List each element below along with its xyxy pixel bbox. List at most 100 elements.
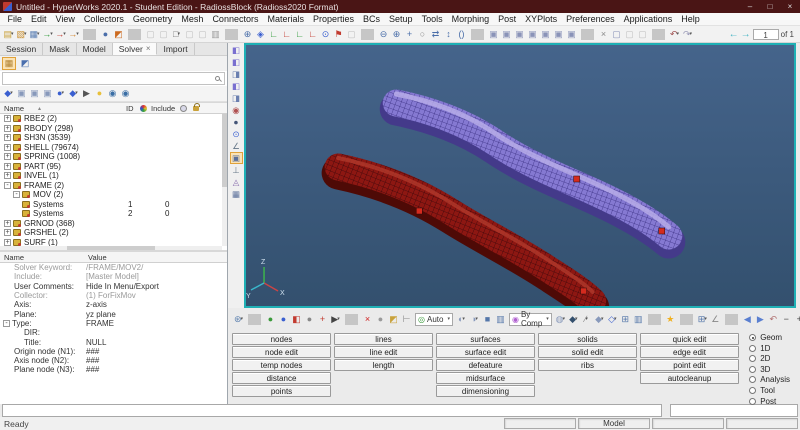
toolbar-icon[interactable]: ⊙▾ [319, 27, 332, 41]
property-row[interactable]: Include: [Master Model] [0, 272, 227, 281]
minimize-button[interactable]: – [740, 0, 760, 13]
toolbar-icon[interactable]: → ▾ [54, 27, 67, 41]
tree-expander[interactable]: + [4, 115, 11, 123]
menu-item[interactable]: Mesh [177, 14, 208, 24]
browser-tool-icon[interactable]: ◆ ▾ [2, 87, 15, 101]
browser-tab[interactable]: Import [157, 43, 195, 55]
display-tool-icon[interactable]: ◆ ▾ [567, 312, 580, 326]
browser-display-icon[interactable]: ●▾ [54, 87, 67, 101]
menu-item[interactable]: Help [677, 14, 705, 24]
view-strip-icon[interactable]: ● [230, 116, 243, 128]
tree-hscrollbar[interactable] [0, 246, 222, 250]
browser-display-icon[interactable]: ●▾ [93, 87, 106, 101]
panel-button[interactable]: dimensioning [436, 385, 535, 397]
toolbar-icon[interactable]: ⇄▾ [429, 27, 442, 41]
display-tool-icon[interactable]: ◇ ▾ [606, 312, 619, 326]
system-marker-1[interactable] [573, 175, 580, 183]
toolbar-icon[interactable]: ▣▾ [500, 27, 513, 41]
panel-button[interactable]: defeature [436, 359, 535, 371]
tree-row[interactable]: + PART (95) [0, 162, 227, 172]
close-button[interactable]: × [780, 0, 800, 13]
menu-item[interactable]: Post [494, 14, 521, 24]
search-input[interactable] [3, 73, 215, 84]
search-icon[interactable] [215, 76, 220, 81]
view-strip-icon[interactable]: ⊙ [230, 128, 243, 140]
menu-item[interactable]: Materials [263, 14, 309, 24]
toolbar-icon[interactable]: □ ▾ [170, 27, 183, 41]
system-marker-2[interactable] [658, 227, 666, 235]
menu-item[interactable]: Properties [308, 14, 358, 24]
toolbar-icon[interactable]: ▣▾ [513, 27, 526, 41]
browser-display-icon[interactable]: ◆ ▾ [67, 87, 80, 101]
page-forward-icon[interactable]: → [741, 29, 751, 40]
panel-button[interactable]: surfaces [436, 333, 535, 345]
panel-button[interactable]: lines [334, 333, 433, 345]
display-tool-icon[interactable]: ▥▾ [632, 312, 645, 326]
toolbar-icon[interactable]: ▤ ▾ [2, 27, 15, 41]
property-value[interactable]: FRAME [86, 319, 114, 328]
panel-button[interactable]: surface edit [436, 346, 535, 358]
display-tool-icon[interactable]: ★▾ [664, 312, 677, 326]
tree-row[interactable]: + INVEL (1) [0, 171, 227, 181]
view-tool-icon[interactable]: ●▾ [277, 312, 290, 326]
page-back-icon[interactable]: ← [729, 29, 739, 40]
tab-close-icon[interactable]: × [146, 44, 151, 53]
view-tool-icon[interactable]: ◧▾ [290, 312, 303, 326]
panel-button[interactable]: temp nodes [232, 359, 331, 371]
toolbar-icon[interactable]: ∟▾ [306, 27, 319, 41]
panel-button[interactable]: ribs [538, 359, 637, 371]
toolbar-icon[interactable]: ▾ [581, 28, 594, 40]
browser-tab[interactable]: Mask [43, 43, 77, 55]
toolbar-icon[interactable]: ∟▾ [293, 27, 306, 41]
view-tool-icon[interactable]: ●▾ [303, 312, 316, 326]
tree-expander[interactable]: + [4, 124, 11, 132]
system-marker-3[interactable] [416, 207, 423, 215]
toolbar-icon[interactable]: ▢▾ [345, 27, 358, 41]
property-row[interactable]: Axis node (N2): ### [0, 356, 227, 365]
toolbar-icon[interactable]: ▥▾ [209, 27, 222, 41]
tree-expander[interactable]: - [4, 181, 11, 189]
menu-item[interactable]: Geometry [128, 14, 177, 24]
toolbar-icon[interactable]: ∟▾ [280, 27, 293, 41]
tree-row[interactable]: - FRAME (2) [0, 181, 227, 191]
view-tool-icon[interactable]: ▶ ▾ [329, 312, 342, 326]
menu-item[interactable]: XYPlots [521, 14, 562, 24]
toolbar-icon[interactable]: ▢▾ [610, 27, 623, 41]
column-name[interactable]: Name [0, 104, 24, 113]
color-wheel-icon[interactable] [140, 104, 147, 112]
property-value[interactable]: ### [86, 347, 99, 356]
view-tool-icon[interactable]: ⊛ ▾ [232, 312, 245, 326]
panel-button[interactable]: points [232, 385, 331, 397]
menu-item[interactable]: Edit [27, 14, 52, 24]
browser-tool-icon[interactable]: ▣▾ [28, 87, 41, 101]
property-value[interactable]: Hide In Menu/Export [86, 282, 159, 291]
page-radio[interactable]: Analysis [749, 375, 790, 384]
property-row[interactable]: - Type: FRAME [0, 319, 227, 328]
model-viewport[interactable]: Z X Y [244, 43, 796, 308]
tree-row[interactable]: + RBE2 (2) [0, 114, 227, 124]
view-tool-icon[interactable]: ×▾ [361, 312, 374, 326]
browser-tool-icon[interactable]: ▣▾ [15, 87, 28, 101]
display-tool-icon[interactable]: ◍ ▾ [554, 312, 567, 326]
page-radio[interactable]: 3D [749, 365, 790, 374]
panel-button[interactable]: distance [232, 372, 331, 384]
display-tool-icon[interactable]: ◆ ▾ [593, 312, 606, 326]
view-strip-icon[interactable]: ◬ [230, 176, 243, 188]
toolbar-icon[interactable]: ▢▾ [196, 27, 209, 41]
toolbar-icon[interactable]: ▢▾ [183, 27, 196, 41]
model-canvas[interactable]: Z X Y [246, 45, 794, 306]
toolbar-icon[interactable]: → ▾ [67, 27, 80, 41]
tree-expander[interactable]: + [4, 143, 11, 151]
toolbar-icon[interactable]: ▾ [361, 28, 374, 40]
panel-button[interactable]: nodes [232, 333, 331, 345]
property-row[interactable]: Plane: yz plane [0, 309, 227, 319]
tree-expander[interactable]: + [4, 162, 11, 170]
property-value[interactable]: ### [86, 365, 99, 374]
toolbar-icon[interactable]: ⊕▾ [241, 27, 254, 41]
panel-button[interactable]: solid edit [538, 346, 637, 358]
toolbar-icon[interactable]: ▢▾ [144, 27, 157, 41]
tree-expander[interactable]: + [4, 153, 11, 161]
display-tool-icon[interactable]: ▾ [679, 313, 693, 325]
toolbar-icon[interactable]: ×▾ [597, 27, 610, 41]
menu-item[interactable]: Applications [619, 14, 677, 24]
